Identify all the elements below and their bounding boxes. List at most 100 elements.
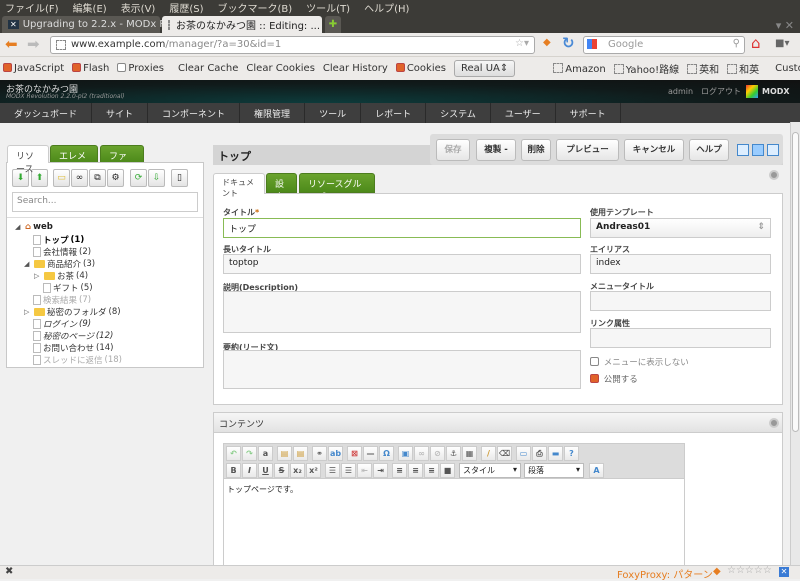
nav-dashboard[interactable]: ダッシュボード	[0, 103, 93, 123]
image-icon[interactable]: ▣	[398, 446, 413, 461]
replace-icon[interactable]: ab	[328, 446, 343, 461]
menu-bookmarks[interactable]: ブックマーク(B)	[218, 0, 293, 15]
browser-tab-editing[interactable]: お茶のなかみつ園 :: Editing: ...✖	[162, 16, 332, 33]
numbered-list-icon[interactable]: ☰	[341, 463, 356, 478]
proxies-toggle[interactable]: Proxies	[117, 63, 164, 74]
introtext-input[interactable]	[223, 350, 581, 389]
url-input[interactable]: www.example.com/manager/?a=30&id=1 ☆▾	[50, 36, 535, 54]
duplicate-button[interactable]: 複製 -	[476, 139, 516, 161]
published-checkbox[interactable]: 公開する	[590, 373, 638, 385]
tab-files[interactable]: ファイル	[100, 145, 144, 175]
bookmark-amazon[interactable]: Amazon	[553, 62, 606, 75]
tab-resources[interactable]: リソース	[7, 145, 49, 175]
nav-site[interactable]: サイト	[92, 103, 149, 123]
italic-icon[interactable]: I	[242, 463, 257, 478]
tree-node[interactable]: スレッドに返信 (18)	[33, 354, 122, 366]
align-left-icon[interactable]: ≡	[392, 463, 407, 478]
title-input[interactable]: トップ	[223, 218, 581, 238]
menutitle-input[interactable]	[590, 291, 771, 311]
preview-button[interactable]: プレビュー	[556, 139, 619, 161]
foxyproxy-icon[interactable]: ◆	[713, 566, 721, 577]
tree-node[interactable]: 秘密のページ (12)	[33, 330, 113, 342]
bullet-list-icon[interactable]: ☰	[325, 463, 340, 478]
logout-link[interactable]: ログアウト	[701, 86, 741, 97]
menu-view[interactable]: 表示(V)	[121, 0, 156, 15]
menu-tools[interactable]: ツール(T)	[306, 0, 350, 15]
link-icon[interactable]: ∞	[414, 446, 429, 461]
new-weblink-icon[interactable]: ∞	[71, 169, 88, 187]
browser-tab-upgrading[interactable]: ✕Upgrading to 2.2.x - MODx R...×	[2, 16, 188, 33]
print-icon[interactable]: ⎙	[532, 446, 547, 461]
underline-icon[interactable]: U	[258, 463, 273, 478]
tree-node[interactable]: ▷ お茶 (4)	[34, 270, 88, 282]
justify-icon[interactable]: ■	[440, 463, 455, 478]
outdent-icon[interactable]: ⇤	[357, 463, 372, 478]
tree-node[interactable]: トップ (1)	[33, 234, 84, 246]
addon-icon[interactable]: ✕	[779, 567, 789, 577]
menu-help[interactable]: ヘルプ(H)	[364, 0, 409, 15]
tree-node[interactable]: ▷ 秘密のフォルダ (8)	[24, 306, 121, 318]
javascript-toggle[interactable]: JavaScript	[3, 63, 64, 74]
tree-node-web[interactable]: ◢ ⌂ web	[15, 222, 53, 232]
refresh-icon[interactable]: ⟳	[130, 169, 147, 187]
flash-toggle[interactable]: Flash	[72, 63, 109, 74]
help-icon[interactable]: ?	[564, 446, 579, 461]
description-input[interactable]	[223, 291, 581, 333]
menu-file[interactable]: ファイル(F)	[5, 0, 59, 15]
paste-icon[interactable]: ▤	[277, 446, 292, 461]
cookies-toggle[interactable]: Cookies	[395, 63, 446, 74]
bookmark-star-icon[interactable]: ☆▾	[515, 38, 529, 49]
nav-system[interactable]: システム	[426, 103, 491, 123]
hidemenu-checkbox[interactable]: メニューに表示しない	[590, 356, 689, 368]
fullscreen-icon[interactable]: ▬	[548, 446, 563, 461]
template-icon[interactable]: ▭	[516, 446, 531, 461]
edit-layout-icon[interactable]	[752, 144, 764, 156]
scrollbar-thumb[interactable]	[792, 132, 799, 432]
help-button[interactable]: ヘルプ	[689, 139, 729, 161]
strikethrough-icon[interactable]: S	[274, 463, 289, 478]
new-folder-icon[interactable]: ▭	[53, 169, 70, 187]
bookmark-eiwa[interactable]: 英和	[687, 61, 719, 76]
alias-input[interactable]: index	[590, 254, 771, 274]
forward-icon[interactable]: ➡	[27, 35, 40, 53]
tab-resource-groups[interactable]: リソースグループ	[299, 173, 375, 203]
nav-reports[interactable]: レポート	[361, 103, 427, 123]
longtitle-input[interactable]: toptop	[223, 254, 581, 274]
nav-user[interactable]: ユーザー	[491, 103, 556, 123]
bold-icon[interactable]: B	[226, 463, 241, 478]
tree-node[interactable]: ログイン (9)	[33, 318, 91, 330]
anchor-icon[interactable]: ⚓	[446, 446, 461, 461]
page-scrollbar[interactable]	[790, 122, 800, 565]
foxyproxy-icon[interactable]: ◆	[543, 37, 551, 48]
tree-node[interactable]: ギフト (5)	[43, 282, 93, 294]
nav-support[interactable]: サポート	[556, 103, 621, 123]
sort-icon[interactable]: ⇩	[148, 169, 165, 187]
rating-stars-icon[interactable]: ☆☆☆☆☆	[727, 565, 772, 576]
home-icon[interactable]: ⌂	[751, 34, 761, 52]
align-right-icon[interactable]: ≡	[424, 463, 439, 478]
extension-icon[interactable]: ■▾	[775, 38, 789, 49]
tab-document[interactable]: ドキュメント	[213, 173, 265, 198]
tree-node[interactable]: お問い合わせ (14)	[33, 342, 113, 354]
align-center-icon[interactable]: ≡	[408, 463, 423, 478]
indent-icon[interactable]: ⇥	[373, 463, 388, 478]
redo-icon[interactable]: ↷	[242, 446, 257, 461]
superscript-icon[interactable]: x²	[306, 463, 321, 478]
split-layout-icon[interactable]	[767, 144, 779, 156]
media-icon[interactable]: ▦	[462, 446, 477, 461]
new-static-icon[interactable]: ⚙	[107, 169, 124, 187]
brush-icon[interactable]: /	[481, 446, 496, 461]
bookmark-waei[interactable]: 和英	[727, 61, 759, 76]
collapse-icon[interactable]	[769, 418, 779, 428]
font-icon[interactable]: A	[589, 463, 604, 478]
search-icon[interactable]: ⚲	[733, 38, 740, 49]
nav-tools[interactable]: ツール	[305, 103, 362, 123]
bookmark-yahoo[interactable]: Yahoo!路線	[613, 61, 679, 76]
tree-node[interactable]: ◢ 商品紹介 (3)	[24, 258, 95, 270]
subscript-icon[interactable]: x₂	[290, 463, 305, 478]
tab-settings[interactable]: 設定	[266, 173, 297, 203]
clear-cookies-button[interactable]: Clear Cookies	[246, 63, 314, 74]
nav-components[interactable]: コンポーネント	[148, 103, 241, 123]
menu-edit[interactable]: 編集(E)	[73, 0, 107, 15]
window-close-icon[interactable]: ▾ ✕	[776, 19, 794, 32]
